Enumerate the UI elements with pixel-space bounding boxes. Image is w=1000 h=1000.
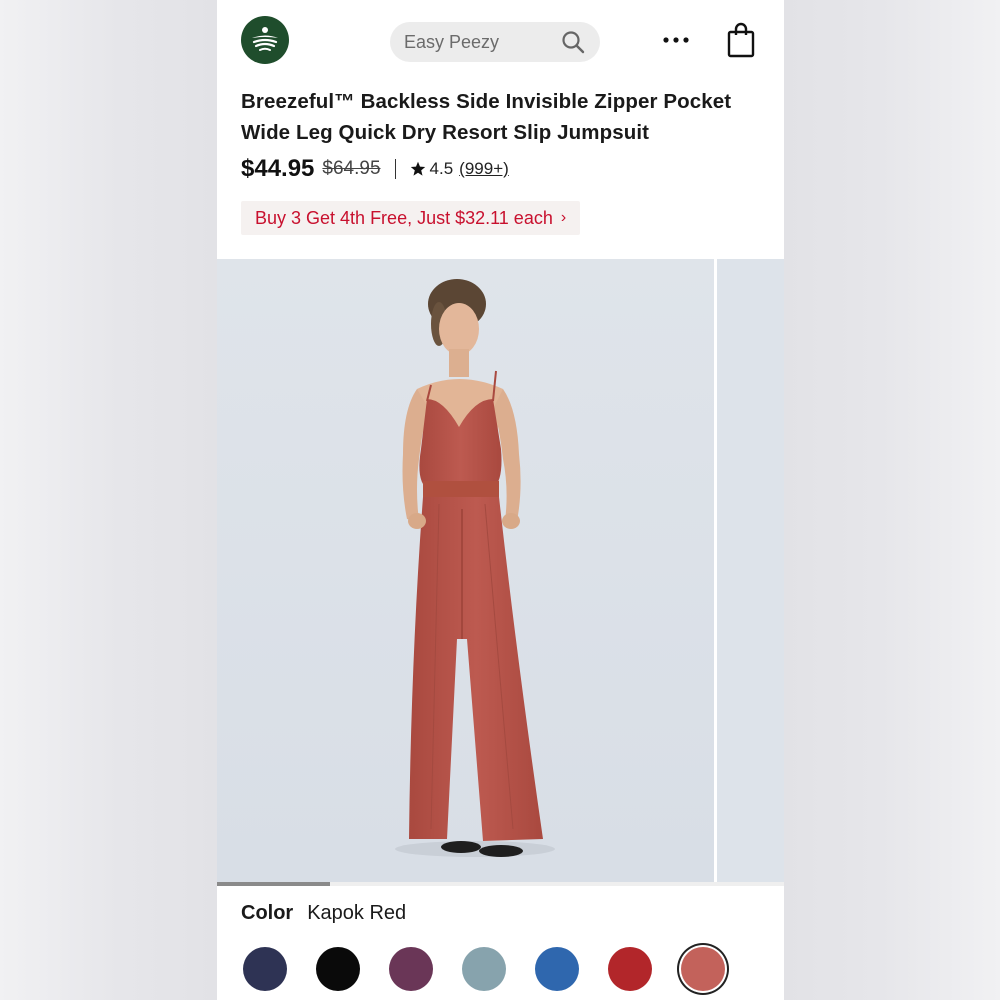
search-input[interactable]: Easy Peezy [404, 32, 560, 53]
color-swatch[interactable] [608, 947, 652, 991]
color-swatch[interactable] [462, 947, 506, 991]
color-swatches [241, 946, 761, 994]
rating-value: 4.5 [429, 159, 454, 178]
reviews-link[interactable]: (999+) [459, 159, 509, 179]
color-selection-header: Color Kapok Red [241, 902, 406, 925]
product-image-carousel[interactable] [217, 259, 784, 882]
divider [394, 159, 396, 179]
original-price: $64.95 [322, 158, 381, 179]
color-swatch[interactable] [389, 947, 433, 991]
sale-price: $44.95 [241, 155, 315, 182]
color-label: Color [241, 902, 294, 924]
chevron-right-icon: › [560, 209, 567, 226]
color-swatch[interactable] [535, 947, 579, 991]
product-title: Breezeful™ Backless Side Invisible Zippe… [241, 90, 732, 144]
product-image[interactable] [217, 259, 714, 882]
selected-color-name: Kapok Red [307, 902, 407, 924]
star-icon [410, 161, 425, 176]
price-row: $44.95 $64.95 4.5 (999+) [241, 153, 509, 185]
model-photo [217, 259, 714, 882]
more-options-icon[interactable] [661, 30, 691, 50]
search-bar[interactable]: Easy Peezy [390, 22, 600, 62]
top-header: Easy Peezy [217, 0, 784, 76]
color-swatch[interactable] [316, 947, 360, 991]
promo-banner[interactable]: Buy 3 Get 4th Free, Just $32.11 each › [241, 201, 581, 235]
carousel-progress-fill [217, 882, 331, 886]
brand-logo[interactable] [241, 16, 289, 64]
color-swatch[interactable] [243, 947, 287, 991]
carousel-progress [217, 882, 784, 886]
search-icon[interactable] [560, 29, 586, 55]
wave-logo-icon [252, 27, 278, 51]
product-page: Easy Peezy Breezeful™ Backless Side Invi… [217, 0, 784, 1000]
promo-text: Buy 3 Get 4th Free, Just $32.11 each [255, 207, 553, 228]
next-product-image[interactable] [717, 259, 784, 882]
shopping-bag-icon[interactable] [726, 22, 756, 58]
color-swatch[interactable] [681, 947, 725, 991]
